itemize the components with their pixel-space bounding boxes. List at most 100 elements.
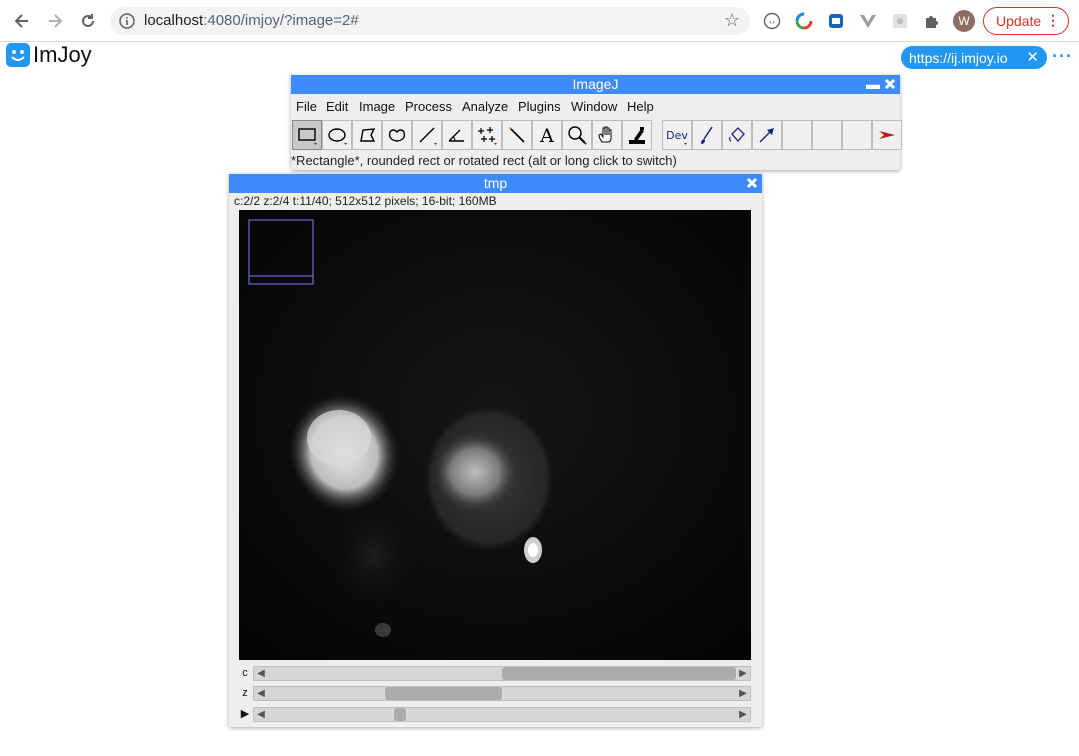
image-canvas[interactable]	[239, 210, 751, 660]
time-slider-track[interactable]: ◀ ▶	[253, 707, 751, 722]
play-animation-icon[interactable]: ▶	[239, 706, 251, 722]
color-picker-tool-button[interactable]	[622, 120, 652, 150]
angle-tool-icon	[448, 129, 464, 142]
bookmark-star-icon[interactable]: ☆	[724, 10, 740, 31]
flood-fill-tool-button[interactable]	[722, 120, 752, 150]
angle-tool-button[interactable]	[442, 120, 472, 150]
close-icon[interactable]	[883, 77, 897, 91]
extension-code-icon[interactable]: ‹›	[761, 10, 783, 32]
svg-text:Dev: Dev	[666, 129, 688, 142]
slider-right-arrow-icon[interactable]: ▶	[736, 708, 750, 721]
imagej-titlebar[interactable]: ImageJ ▬	[291, 75, 900, 94]
imagej-toolbar: A Dev	[292, 120, 902, 151]
flood-fill-tool-icon	[729, 127, 745, 142]
brush-tool-button[interactable]	[692, 120, 722, 150]
extension-vue-icon[interactable]	[857, 10, 879, 32]
image-window: tmp c:2/2 z:2/4 t:11/40; 512x512 pixels;…	[229, 174, 762, 727]
update-button[interactable]: Update ⋮	[983, 7, 1069, 35]
wand-tool-icon	[509, 127, 525, 143]
hand-tool-icon	[598, 126, 612, 143]
multipoint-tool-button[interactable]	[472, 120, 502, 150]
line-tool-button[interactable]	[412, 120, 442, 150]
close-icon[interactable]	[745, 176, 759, 190]
empty-tool-slot-3[interactable]	[842, 120, 872, 150]
image-info-text: c:2/2 z:2/4 t:11/40; 512x512 pixels; 16-…	[234, 194, 497, 208]
site-info-icon[interactable]	[118, 12, 136, 30]
empty-tool-slot-2[interactable]	[812, 120, 842, 150]
z-slider-track[interactable]: ◀ ▶	[253, 686, 751, 701]
channel-slider-track[interactable]: ◀ ▶	[253, 666, 751, 681]
reload-button[interactable]	[76, 9, 100, 33]
line-tool-icon	[419, 127, 437, 145]
arrow-tool-icon	[759, 128, 774, 143]
oval-tool-icon	[328, 128, 347, 145]
url-host: localhost	[144, 12, 204, 29]
reload-icon	[82, 14, 94, 27]
rectangle-tool-icon	[298, 128, 317, 145]
minimize-icon[interactable]: ▬	[866, 75, 880, 94]
microscopy-image	[239, 210, 751, 660]
slider-right-arrow-icon[interactable]: ▶	[736, 687, 750, 700]
slider-left-arrow-icon[interactable]: ◀	[254, 708, 268, 721]
extensions-puzzle-icon[interactable]	[921, 10, 943, 32]
extension-blue-box-icon[interactable]	[825, 10, 847, 32]
text-tool-icon: A	[539, 125, 554, 146]
image-window-titlebar[interactable]: tmp	[229, 174, 762, 193]
time-slider[interactable]: ▶ ◀ ▶	[239, 706, 752, 722]
more-tools-button[interactable]	[872, 120, 902, 150]
window-url-tab[interactable]: https://ij.imjoy.io ✕	[901, 46, 1047, 69]
channel-slider-thumb[interactable]	[502, 667, 736, 680]
menu-edit[interactable]: Edit	[326, 99, 348, 114]
color-picker-tool-icon	[629, 127, 645, 144]
magnifier-tool-button[interactable]	[562, 120, 592, 150]
z-slider-label: z	[242, 687, 248, 699]
profile-avatar[interactable]: W	[953, 10, 975, 32]
dev-tool-button[interactable]: Dev	[662, 120, 692, 150]
freehand-tool-button[interactable]	[382, 120, 412, 150]
oval-tool-button[interactable]	[322, 120, 352, 150]
menu-image[interactable]: Image	[359, 99, 395, 114]
url-text: localhost:4080/imjoy/?image=2#	[144, 12, 359, 29]
menu-help[interactable]: Help	[627, 99, 654, 114]
menu-plugins[interactable]: Plugins	[518, 99, 561, 114]
back-button[interactable]	[10, 9, 34, 33]
channel-slider-label: c	[242, 667, 248, 679]
kebab-menu-icon: ⋮	[1046, 12, 1060, 28]
url-path: :4080/imjoy/?image=2#	[203, 12, 359, 29]
window-url-label: https://ij.imjoy.io	[909, 49, 1008, 66]
image-window-title: tmp	[483, 175, 508, 191]
forward-arrow-icon	[49, 14, 63, 28]
close-tab-icon[interactable]: ✕	[1026, 48, 1039, 66]
browser-toolbar: localhost:4080/imjoy/?image=2# ☆ ‹› W Up…	[0, 0, 1079, 42]
polygon-tool-button[interactable]	[352, 120, 382, 150]
z-slider[interactable]: z ◀ ▶	[239, 685, 752, 701]
freehand-tool-icon	[388, 129, 406, 142]
slider-left-arrow-icon[interactable]: ◀	[254, 667, 268, 680]
imagej-title: ImageJ	[572, 76, 619, 92]
slider-left-arrow-icon[interactable]: ◀	[254, 687, 268, 700]
magnifier-tool-icon	[568, 126, 587, 145]
svg-text:A: A	[539, 125, 554, 146]
address-bar[interactable]: localhost:4080/imjoy/?image=2# ☆	[110, 7, 750, 35]
menu-file[interactable]: File	[296, 99, 317, 114]
back-arrow-icon	[14, 14, 28, 28]
menu-process[interactable]: Process	[405, 99, 452, 114]
forward-button[interactable]	[43, 9, 67, 33]
z-slider-thumb[interactable]	[385, 687, 502, 700]
extension-color-c-icon[interactable]	[793, 10, 815, 32]
empty-tool-slot-1[interactable]	[782, 120, 812, 150]
imagej-status-bar: *Rectangle*, rounded rect or rotated rec…	[291, 153, 677, 168]
wand-tool-button[interactable]	[502, 120, 532, 150]
channel-slider[interactable]: c ◀ ▶	[239, 665, 752, 681]
extension-grey-icon[interactable]	[889, 10, 911, 32]
rectangle-tool-button[interactable]	[292, 120, 322, 150]
arrow-tool-button[interactable]	[752, 120, 782, 150]
more-options-icon[interactable]: ···	[1052, 46, 1073, 67]
brush-tool-icon	[701, 126, 713, 144]
text-tool-button[interactable]: A	[532, 120, 562, 150]
menu-window[interactable]: Window	[571, 99, 617, 114]
hand-tool-button[interactable]	[592, 120, 622, 150]
slider-right-arrow-icon[interactable]: ▶	[736, 667, 750, 680]
menu-analyze[interactable]: Analyze	[462, 99, 508, 114]
time-slider-thumb[interactable]	[394, 708, 407, 721]
